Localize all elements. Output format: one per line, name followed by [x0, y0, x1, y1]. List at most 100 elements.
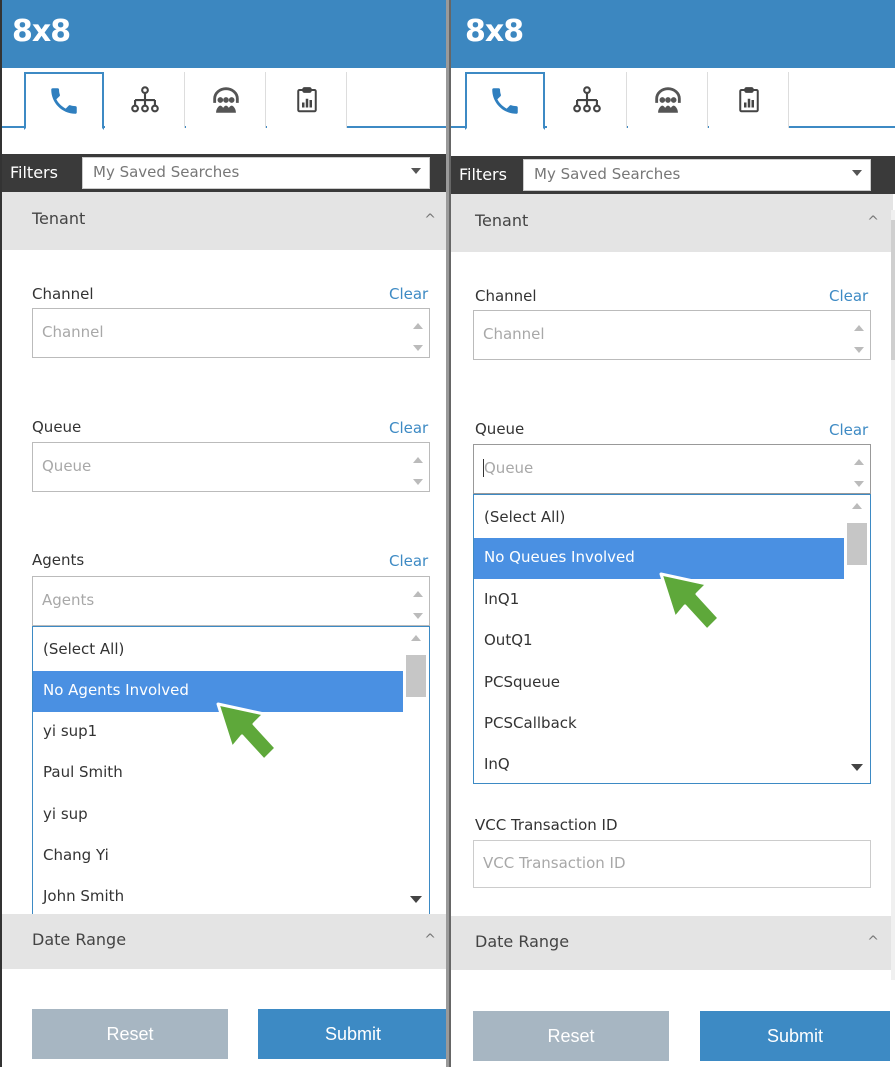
tab-bar: [451, 68, 895, 130]
filter-bar: Filters My Saved Searches: [451, 156, 895, 194]
phone-icon: [51, 88, 77, 114]
list-item[interactable]: (Select All): [474, 498, 846, 539]
queue-list-scrollbar[interactable]: [844, 495, 870, 783]
channel-input[interactable]: Channel: [32, 308, 430, 358]
tab-reports[interactable]: [267, 72, 347, 128]
agents-placeholder: Agents: [42, 591, 95, 609]
section-date-range[interactable]: Date Range ^: [2, 914, 446, 969]
list-item[interactable]: (Select All): [33, 630, 405, 671]
chevron-down-icon: [854, 347, 864, 353]
agents-headset-icon: [654, 87, 681, 113]
logo: 8x8: [12, 14, 71, 49]
clipboard-report-icon: [738, 87, 759, 113]
reset-button[interactable]: Reset: [473, 1011, 669, 1061]
chevron-down-icon: [852, 170, 862, 176]
reset-button[interactable]: Reset: [32, 1009, 228, 1059]
submit-button[interactable]: Submit: [258, 1009, 446, 1059]
org-hierarchy-icon: [572, 86, 601, 113]
scrollbar-thumb[interactable]: [406, 655, 426, 697]
scrollbar-thumb[interactable]: [847, 523, 867, 565]
channel-spinner[interactable]: [854, 317, 864, 353]
chevron-down-icon: [413, 479, 423, 485]
list-item[interactable]: Chang Yi: [33, 836, 405, 877]
chevron-down-icon: [413, 613, 423, 619]
agents-spinner[interactable]: [413, 583, 423, 619]
list-item[interactable]: John Smith: [33, 877, 405, 915]
list-item[interactable]: InQ: [474, 745, 846, 783]
section-tenant-title: Tenant: [475, 211, 529, 230]
channel-clear-link[interactable]: Clear: [389, 285, 428, 303]
chevron-up-icon: ^: [424, 212, 436, 228]
queue-label: Queue: [32, 418, 82, 436]
saved-searches-select[interactable]: My Saved Searches: [523, 159, 871, 191]
queue-clear-link[interactable]: Clear: [389, 419, 428, 437]
queue-spinner[interactable]: [854, 451, 864, 487]
agents-headset-icon: [212, 87, 239, 113]
chevron-down-icon: [413, 345, 423, 351]
logo: 8x8: [465, 14, 524, 49]
queue-placeholder: Queue: [42, 457, 92, 475]
chevron-up-icon: [854, 325, 864, 331]
vcc-transaction-id-placeholder: VCC Transaction ID: [483, 854, 626, 872]
chevron-up-icon: [413, 457, 423, 463]
vcc-transaction-id-input[interactable]: VCC Transaction ID: [473, 840, 871, 888]
filters-label: Filters: [10, 163, 58, 182]
panel-scrollbar[interactable]: [891, 210, 895, 980]
tab-agents[interactable]: [186, 72, 266, 128]
chevron-up-icon: ^: [867, 934, 879, 950]
section-tenant[interactable]: Tenant ^: [2, 192, 446, 250]
app-header: 8x8: [451, 0, 895, 68]
section-tenant[interactable]: Tenant ^: [451, 194, 893, 252]
tab-agents[interactable]: [628, 72, 708, 128]
queue-dropdown-list[interactable]: (Select All) No Queues Involved InQ1 Out…: [473, 494, 871, 784]
scrollbar-thumb[interactable]: [891, 220, 895, 360]
green-arrow-cursor-icon: [216, 702, 278, 762]
tab-hierarchy[interactable]: [547, 72, 627, 128]
chevron-up-icon: [413, 323, 423, 329]
section-date-range-title: Date Range: [32, 930, 127, 949]
chevron-up-icon: [854, 459, 864, 465]
channel-spinner[interactable]: [413, 315, 423, 351]
left-panel: 8x8 Filters My Saved Searches Tenant ^ C…: [0, 0, 446, 1067]
queue-clear-link[interactable]: Clear: [829, 421, 868, 439]
chevron-up-icon: [852, 503, 862, 509]
tab-reports[interactable]: [709, 72, 789, 128]
chevron-down-icon: [411, 168, 421, 174]
app-header: 8x8: [2, 0, 446, 68]
agents-label: Agents: [32, 551, 85, 569]
chevron-down-icon: [410, 896, 422, 903]
agents-dropdown-list[interactable]: (Select All) No Agents Involved yi sup1 …: [32, 626, 430, 916]
saved-searches-placeholder: My Saved Searches: [93, 163, 240, 181]
agents-clear-link[interactable]: Clear: [389, 552, 428, 570]
list-item[interactable]: yi sup: [33, 795, 405, 836]
list-item[interactable]: PCSqueue: [474, 663, 846, 704]
queue-input[interactable]: Queue: [473, 444, 871, 494]
chevron-up-icon: [411, 635, 421, 641]
channel-label: Channel: [32, 285, 94, 303]
agents-list-scrollbar[interactable]: [403, 627, 429, 915]
tab-calls[interactable]: [465, 72, 545, 130]
queue-placeholder: Queue: [483, 459, 534, 477]
saved-searches-select[interactable]: My Saved Searches: [82, 157, 430, 189]
filter-bar: Filters My Saved Searches: [2, 154, 446, 192]
right-panel: 8x8 Filters My Saved Searches Tenant ^ C…: [449, 0, 895, 1067]
channel-input[interactable]: Channel: [473, 310, 871, 360]
chevron-down-icon: [851, 764, 863, 771]
channel-clear-link[interactable]: Clear: [829, 287, 868, 305]
phone-icon: [492, 88, 518, 114]
tab-bar: [2, 68, 446, 130]
section-tenant-title: Tenant: [32, 209, 86, 228]
list-item[interactable]: PCSCallback: [474, 704, 846, 745]
chevron-down-icon: [854, 481, 864, 487]
submit-button[interactable]: Submit: [700, 1011, 890, 1061]
section-date-range-title: Date Range: [475, 932, 570, 951]
section-date-range[interactable]: Date Range ^: [451, 916, 893, 970]
agents-input[interactable]: Agents: [32, 576, 430, 626]
clipboard-report-icon: [296, 87, 317, 113]
tab-calls[interactable]: [24, 72, 104, 130]
vcc-transaction-id-label: VCC Transaction ID: [475, 816, 618, 834]
queue-input[interactable]: Queue: [32, 442, 430, 492]
tab-hierarchy[interactable]: [105, 72, 185, 128]
queue-spinner[interactable]: [413, 449, 423, 485]
saved-searches-placeholder: My Saved Searches: [534, 165, 681, 183]
